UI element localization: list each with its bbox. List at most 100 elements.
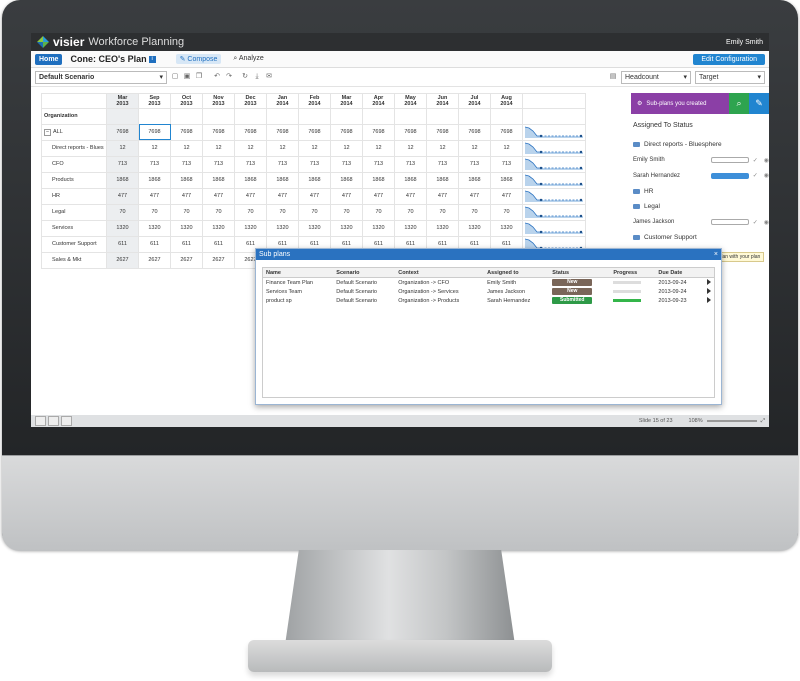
column-header[interactable]: Name [263,268,334,278]
value-cell[interactable]: 1868 [106,171,139,189]
redo-icon[interactable]: ↷ [225,73,233,81]
value-cell[interactable]: 713 [202,155,235,173]
value-cell[interactable]: 713 [330,155,363,173]
value-cell[interactable]: 1868 [362,171,395,189]
open-arrow-icon[interactable] [707,296,711,303]
value-cell[interactable]: 2627 [170,251,203,269]
value-cell[interactable]: 1868 [234,171,267,189]
value-cell[interactable]: 7698 [362,123,395,141]
org-cell[interactable]: Sales & Mkt [41,251,107,269]
info-icon[interactable]: i [148,55,156,63]
scenario-select[interactable]: Default Scenario ▾ [35,70,167,84]
org-cell[interactable]: Services [41,219,107,237]
org-cell[interactable]: Legal [41,203,107,221]
value-cell[interactable]: 1320 [330,219,363,237]
value-cell[interactable]: 713 [490,155,523,173]
value-cell[interactable]: 1868 [138,171,171,189]
compare-icon[interactable]: ✓ [753,157,758,164]
value-cell[interactable]: 1868 [426,171,459,189]
value-cell[interactable]: 1320 [266,219,299,237]
value-cell[interactable]: 1320 [234,219,267,237]
value-cell[interactable]: 70 [426,203,459,221]
value-cell[interactable]: 70 [490,203,523,221]
value-cell[interactable]: 7698 [298,123,331,141]
value-cell[interactable]: 477 [298,187,331,205]
value-cell[interactable]: 611 [202,235,235,253]
value-cell[interactable]: 477 [490,187,523,205]
org-cell[interactable]: − ALL [41,123,107,141]
value-cell[interactable]: 70 [298,203,331,221]
value-cell[interactable]: 2627 [106,251,139,269]
value-cell[interactable]: 477 [138,187,171,205]
value-cell[interactable]: 2627 [202,251,235,269]
value-cell[interactable]: 12 [362,139,395,157]
value-cell[interactable]: 12 [170,139,203,157]
eye-icon[interactable]: ◉ [764,157,769,164]
org-cell[interactable]: Customer Support [41,235,107,253]
value-cell[interactable]: 7698 [170,123,203,141]
subplan-row[interactable]: Finance Team Plan Default Scenario Organiz… [263,278,714,288]
value-cell[interactable]: 1868 [298,171,331,189]
value-cell[interactable]: 12 [234,139,267,157]
assigned-person[interactable]: Sarah Hernandez ✓ ◉ [631,168,769,184]
org-cell[interactable]: HR [41,187,107,205]
collapse-icon[interactable]: − [44,128,51,136]
column-header[interactable]: Assigned to [484,268,550,278]
value-cell[interactable]: 70 [106,203,139,221]
value-cell[interactable]: 1320 [106,219,139,237]
org-cell[interactable]: Products [41,171,107,189]
assigned-person[interactable]: James Jackson ✓ ◉ [631,215,769,231]
compare-icon[interactable]: ✓ [753,172,758,179]
value-cell[interactable]: 12 [490,139,523,157]
value-cell[interactable]: 12 [202,139,235,157]
column-header[interactable]: Scenario [333,268,396,278]
tab-analyze[interactable]: ⌕ Analyze [229,54,267,64]
value-cell[interactable]: 611 [170,235,203,253]
value-cell[interactable]: 7698 [234,123,267,141]
value-cell[interactable]: 1868 [394,171,427,189]
value-cell[interactable]: 7698 [426,123,459,141]
value-cell[interactable]: 70 [202,203,235,221]
value-cell[interactable]: 7698 [394,123,427,141]
open-arrow-icon[interactable] [707,278,711,285]
value-cell[interactable]: 12 [298,139,331,157]
value-cell[interactable]: 713 [298,155,331,173]
search-icon[interactable]: ⌕ [729,93,749,114]
value-cell[interactable]: 70 [362,203,395,221]
value-cell[interactable]: 713 [170,155,203,173]
value-cell[interactable]: 1868 [458,171,491,189]
reading-view-icon[interactable] [61,416,72,426]
value-cell[interactable]: 7698 [458,123,491,141]
edit-configuration-button[interactable]: Edit Configuration [693,53,765,65]
value-cell[interactable]: 1320 [426,219,459,237]
fit-window-icon[interactable]: ⤢ [761,418,765,425]
value-cell[interactable]: 7698 [330,123,363,141]
copy-icon[interactable]: ❐ [195,73,203,81]
value-cell[interactable]: 12 [138,139,171,157]
value-cell[interactable]: 1868 [170,171,203,189]
column-header[interactable]: Progress [610,268,656,278]
edit-icon[interactable]: ✎ [749,93,769,114]
compare-icon[interactable]: ✓ [753,219,758,226]
eye-icon[interactable]: ◉ [764,219,769,226]
value-cell[interactable]: 477 [362,187,395,205]
value-cell[interactable]: 1320 [458,219,491,237]
column-header[interactable]: Due Date [655,268,701,278]
value-cell[interactable]: 70 [138,203,171,221]
value-cell[interactable]: 477 [234,187,267,205]
column-header[interactable]: Status [549,268,611,278]
value-cell[interactable]: 1868 [266,171,299,189]
assigned-person[interactable]: Emily Smith ✓ ◉ [631,153,769,169]
value-cell[interactable]: 477 [266,187,299,205]
value-cell[interactable]: 12 [426,139,459,157]
value-cell[interactable]: 12 [394,139,427,157]
new-document-icon[interactable]: ▢ [171,73,179,81]
value-cell[interactable]: 477 [394,187,427,205]
close-icon[interactable]: × [714,251,718,258]
zoom-slider[interactable] [706,420,757,422]
org-cell[interactable]: CFO [41,155,107,173]
value-cell[interactable]: 713 [234,155,267,173]
value-cell[interactable]: 477 [170,187,203,205]
value-cell[interactable]: 70 [458,203,491,221]
value-cell[interactable]: 1868 [202,171,235,189]
